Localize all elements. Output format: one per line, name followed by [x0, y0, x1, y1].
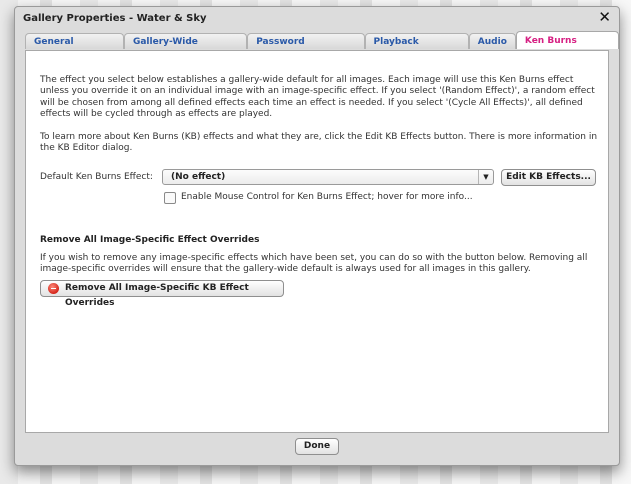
done-button[interactable]: Done [295, 438, 339, 455]
edit-kb-effects-button[interactable]: Edit KB Effects... [501, 169, 596, 186]
close-icon[interactable]: ✕ [598, 10, 611, 25]
minus-circle-icon [48, 283, 59, 294]
remove-overrides-button[interactable]: Remove All Image-Specific KB Effect Over… [40, 280, 284, 308]
remove-overrides-heading: Remove All Image-Specific Effect Overrid… [40, 235, 260, 245]
tab-audio[interactable]: Audio [468, 33, 516, 49]
mouse-control-checkbox[interactable] [164, 192, 176, 204]
intro-text: The effect you select below establishes … [40, 75, 595, 119]
tab-gallery-wide-defaults[interactable]: Gallery-Wide Defaults [123, 33, 248, 63]
remove-overrides-text: If you wish to remove any image-specific… [40, 253, 588, 275]
dialog-title: Gallery Properties - Water & Sky [23, 13, 207, 24]
default-effect-value: (No effect) [171, 172, 226, 182]
title-bar: Gallery Properties - Water & Sky ✕ [15, 7, 619, 31]
tab-playback-settings[interactable]: Playback Settings [364, 33, 469, 63]
learn-more-text: To learn more about Ken Burns (KB) effec… [40, 132, 598, 154]
dropdown-arrow-icon[interactable]: ▼ [478, 170, 493, 184]
tab-password-protection[interactable]: Password Protection [247, 33, 365, 63]
default-effect-label: Default Ken Burns Effect: [40, 172, 153, 182]
ken-burns-panel: The effect you select below establishes … [25, 50, 609, 433]
remove-overrides-label: Remove All Image-Specific KB Effect Over… [65, 283, 249, 308]
mouse-control-label[interactable]: Enable Mouse Control for Ken Burns Effec… [181, 192, 473, 202]
default-effect-select[interactable]: (No effect) ▼ [162, 169, 494, 185]
tab-ken-burns-effects[interactable]: Ken Burns Effects [515, 31, 620, 64]
tab-bar: General Settings Gallery-Wide Defaults P… [25, 31, 620, 64]
gallery-properties-dialog: Gallery Properties - Water & Sky ✕ Gener… [14, 6, 620, 466]
tab-general-settings[interactable]: General Settings [25, 33, 124, 63]
